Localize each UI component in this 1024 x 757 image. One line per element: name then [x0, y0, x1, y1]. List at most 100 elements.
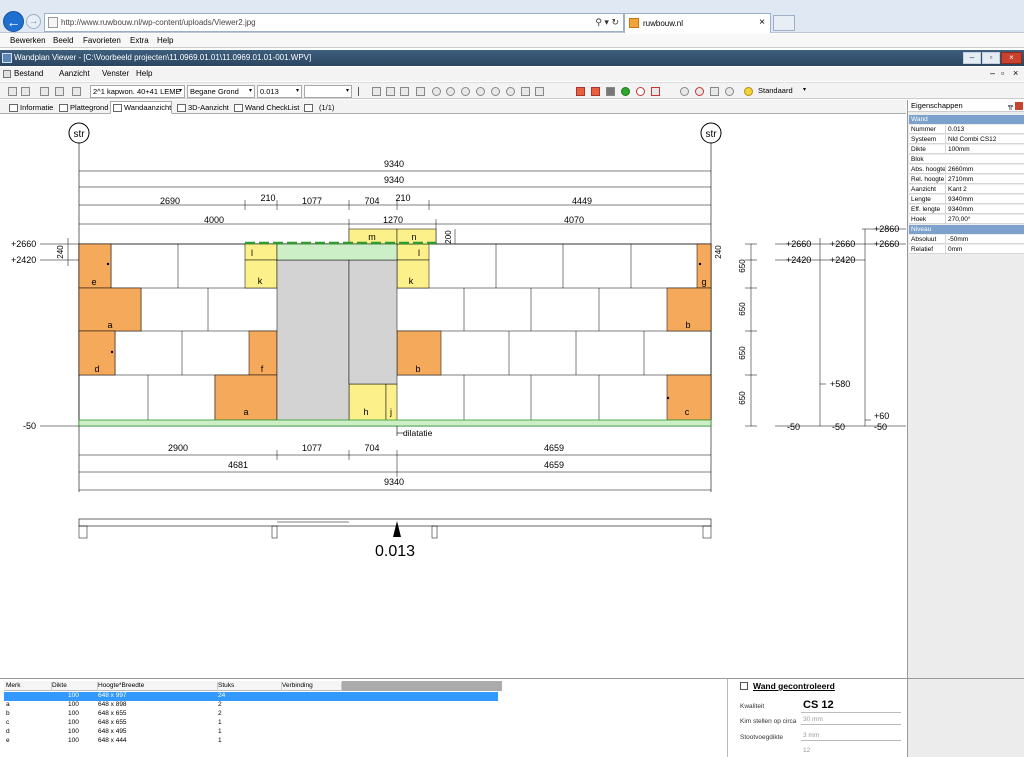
wall-select[interactable]: 0.013 ▾: [257, 85, 302, 98]
open-folder-icon[interactable]: [8, 87, 17, 96]
prop-row[interactable]: Rel. hoogte 2710mm: [909, 175, 1024, 184]
mdi-minimize-icon[interactable]: –: [990, 68, 995, 78]
tab-wandaanzicht[interactable]: Wandaanzicht: [110, 101, 173, 114]
settings-icon[interactable]: [725, 87, 734, 96]
zoom-out-icon[interactable]: [491, 87, 500, 96]
kim-stellen-field[interactable]: 30 mm: [801, 716, 901, 725]
browser-menu-bewerken[interactable]: Bewerken: [10, 36, 46, 45]
tab-wand-checklist[interactable]: Wand CheckList: [231, 101, 300, 114]
delete-x-icon[interactable]: [666, 87, 675, 96]
stop-icon[interactable]: [606, 87, 615, 96]
browser-menu-beeld[interactable]: Beeld: [53, 36, 73, 45]
menu-venster[interactable]: Venster: [102, 69, 129, 78]
table-red-icon[interactable]: [651, 87, 660, 96]
col-dikte[interactable]: Dikte: [52, 682, 98, 691]
info-red-icon[interactable]: [636, 87, 645, 96]
wand-gecontroleerd-checkbox[interactable]: [740, 682, 748, 690]
tab-print[interactable]: (1/1): [301, 101, 335, 114]
minus-box-icon[interactable]: [710, 87, 719, 96]
print-preview-icon[interactable]: [55, 87, 64, 96]
open-red-icon[interactable]: [576, 87, 585, 96]
table-row[interactable]: b 100 648 x 655 2: [4, 710, 498, 719]
menu-bestand[interactable]: Bestand: [14, 69, 43, 78]
zoom-window-icon[interactable]: [446, 87, 455, 96]
tab-3d-aanzicht[interactable]: 3D-Aanzicht: [174, 101, 230, 114]
tab-plattegrond[interactable]: Plattegrond: [56, 101, 109, 114]
find-icon[interactable]: [680, 87, 689, 96]
tab-informatie[interactable]: Informatie: [6, 101, 54, 114]
col-merk[interactable]: Merk: [6, 682, 52, 691]
prop-row[interactable]: Absoluut -50mm: [909, 235, 1024, 244]
style-select[interactable]: Standaard ▾: [756, 85, 808, 98]
col-stuks[interactable]: Stuks: [218, 682, 282, 691]
close-window-button[interactable]: ×: [1001, 52, 1022, 64]
search-red-icon[interactable]: [695, 87, 704, 96]
dimension-icon[interactable]: [400, 87, 409, 96]
prop-row[interactable]: Hoek 270,00°: [909, 215, 1024, 224]
table-row[interactable]: d 100 648 x 495 1: [4, 728, 498, 737]
prop-row[interactable]: Lengte 9340mm: [909, 195, 1024, 204]
table-row[interactable]: c 100 648 x 655 1: [4, 719, 498, 728]
search-refresh-icon[interactable]: ⚲ ▾ ↻: [595, 17, 619, 28]
browser-tab[interactable]: ruwbouw.nl ×: [624, 13, 771, 33]
menu-aanzicht[interactable]: Aanzicht: [59, 69, 90, 78]
zoom-icon[interactable]: [432, 87, 441, 96]
wall-drawing-canvas[interactable]: str str 9340 9340 2690 210 1077 704 210 …: [0, 114, 912, 678]
col-hoogte-breedte[interactable]: Hoogte*Breedte: [98, 682, 218, 691]
wall-elevation-svg[interactable]: str str 9340 9340 2690 210 1077 704 210 …: [0, 114, 912, 678]
book-icon[interactable]: [72, 87, 81, 96]
category-niveau[interactable]: Niveau: [909, 225, 1024, 234]
save-red-icon[interactable]: [591, 87, 600, 96]
prop-row[interactable]: Systeem Nld Combi CS12: [909, 135, 1024, 144]
next-field[interactable]: 12: [801, 747, 901, 756]
menu-help[interactable]: Help: [136, 69, 152, 78]
stootvoegdikte-field[interactable]: 3 mm: [801, 732, 901, 741]
prop-row[interactable]: Relatief 0mm: [909, 245, 1024, 254]
address-bar[interactable]: http://www.ruwbouw.nl/wp-content/uploads…: [44, 13, 624, 32]
mdi-close-icon[interactable]: ×: [1013, 68, 1018, 78]
zoom-extents-icon[interactable]: [461, 87, 470, 96]
prop-row[interactable]: Nummer 0.013: [909, 125, 1024, 134]
mdi-restore-icon[interactable]: ▫: [1001, 68, 1004, 78]
minimize-button[interactable]: –: [963, 52, 981, 64]
table-row[interactable]: a 100 648 x 898 2: [4, 701, 498, 710]
zoom-previous-icon[interactable]: [506, 87, 515, 96]
pin-icon[interactable]: ╦: [1008, 101, 1013, 112]
back-arrow-icon[interactable]: ←: [3, 11, 24, 32]
print-icon[interactable]: [40, 87, 49, 96]
close-icon[interactable]: [1015, 102, 1023, 110]
measure-icon[interactable]: [386, 87, 395, 96]
close-tab-icon[interactable]: ×: [759, 17, 765, 28]
prop-row[interactable]: Dikte 100mm: [909, 145, 1024, 154]
maximize-button[interactable]: ▫: [982, 52, 1000, 64]
copy-icon[interactable]: [521, 87, 530, 96]
pointer-icon[interactable]: [358, 87, 367, 96]
prop-row[interactable]: Eff. lengte 9340mm: [909, 205, 1024, 214]
line-tool-icon[interactable]: [372, 87, 381, 96]
empty-select[interactable]: ▾: [304, 85, 352, 98]
category-wand[interactable]: Wand: [909, 115, 1024, 124]
address-url[interactable]: http://www.ruwbouw.nl/wp-content/uploads…: [61, 18, 256, 27]
lightbulb-icon[interactable]: [744, 87, 753, 96]
save-icon[interactable]: [21, 87, 30, 96]
col-verbinding[interactable]: Verbinding: [282, 682, 342, 691]
zoom-in-icon[interactable]: [476, 87, 485, 96]
browser-menu-extra[interactable]: Extra: [130, 36, 149, 45]
paste-icon[interactable]: [535, 87, 544, 96]
pan-hand-icon[interactable]: [416, 87, 425, 96]
table-row[interactable]: e 100 648 x 444 1: [4, 737, 498, 746]
new-tab-button[interactable]: [773, 15, 795, 31]
browser-menu-help[interactable]: Help: [157, 36, 173, 45]
prop-row[interactable]: Aanzicht Kant 2: [909, 185, 1024, 194]
project-select[interactable]: 2^1 kapwon. 40+41 LEME ▾: [90, 85, 185, 98]
table-row[interactable]: 100 648 x 997 24: [4, 692, 498, 701]
bottom-pane: Merk Dikte Hoogte*Breedte Stuks Verbindi…: [0, 678, 1024, 757]
floor-select[interactable]: Begane Grond ▾: [187, 85, 255, 98]
block-label-a2: a: [243, 407, 248, 417]
green-dot-icon[interactable]: [621, 87, 630, 96]
main-toolbar: 2^1 kapwon. 40+41 LEME ▾ Begane Grond ▾ 0.…: [0, 82, 1024, 99]
browser-menu-favorieten[interactable]: Favorieten: [83, 36, 121, 45]
prop-row[interactable]: Blok: [909, 155, 1024, 164]
forward-arrow-icon[interactable]: →: [26, 14, 41, 29]
prop-row[interactable]: Abs. hoogte 2660mm: [909, 165, 1024, 174]
